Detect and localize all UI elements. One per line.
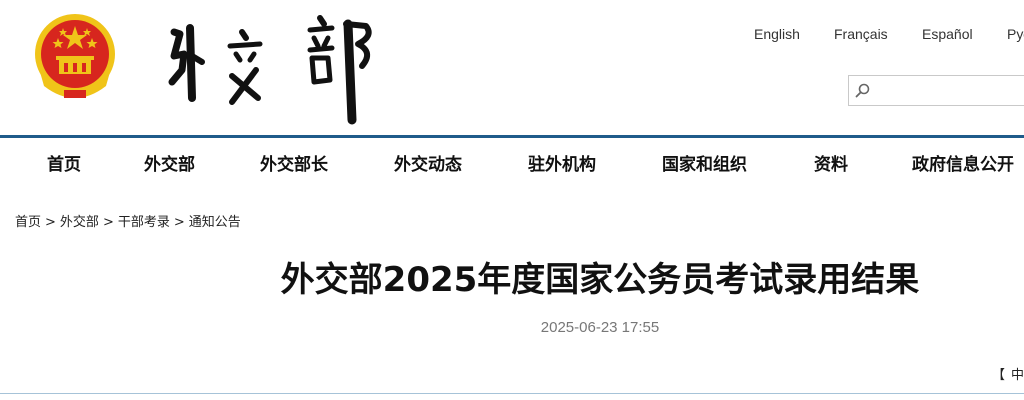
search-icon[interactable] bbox=[854, 82, 872, 100]
nav-item-ministry[interactable]: 外交部 bbox=[144, 150, 195, 175]
nav-item-countries-organizations[interactable]: 国家和组织 bbox=[662, 150, 747, 175]
breadcrumb-separator: > bbox=[45, 215, 56, 230]
site-header: English Français Español Русский bbox=[0, 0, 1024, 136]
article-date: 2025-06-23 17:55 bbox=[540, 319, 660, 336]
search-box[interactable] bbox=[848, 75, 1024, 106]
breadcrumb-item-recruitment[interactable]: 干部考录 bbox=[118, 215, 170, 230]
breadcrumb-item-ministry[interactable]: 外交部 bbox=[60, 215, 99, 230]
lang-link-french[interactable]: Français bbox=[834, 26, 888, 42]
main-nav: 首页 外交部 外交部长 外交动态 驻外机构 国家和组织 资料 政府信息公开 bbox=[0, 138, 1024, 183]
content-divider bbox=[0, 393, 1024, 394]
nav-item-resources[interactable]: 资料 bbox=[814, 150, 848, 175]
lang-link-russian[interactable]: Русский bbox=[1007, 26, 1024, 42]
nav-item-home[interactable]: 首页 bbox=[47, 150, 81, 175]
breadcrumb: 首页 > 外交部 > 干部考录 > 通知公告 bbox=[15, 211, 241, 230]
nav-item-missions-abroad[interactable]: 驻外机构 bbox=[528, 150, 596, 175]
lang-link-english[interactable]: English bbox=[754, 26, 800, 42]
nav-item-government-info[interactable]: 政府信息公开 bbox=[912, 150, 1014, 175]
breadcrumb-separator: > bbox=[173, 215, 185, 230]
article-title: 外交部2025年度国家公务员考试录用结果 bbox=[280, 260, 920, 300]
breadcrumb-item-notices[interactable]: 通知公告 bbox=[189, 215, 241, 230]
breadcrumb-item-home[interactable]: 首页 bbox=[15, 215, 41, 230]
nav-item-minister[interactable]: 外交部长 bbox=[260, 150, 328, 175]
search-input[interactable] bbox=[875, 79, 1024, 102]
font-size-medium-button[interactable]: 中 bbox=[1011, 368, 1024, 383]
language-switcher: English Français Español Русский bbox=[0, 26, 1024, 46]
nav-item-diplomatic-news[interactable]: 外交动态 bbox=[394, 150, 462, 175]
font-size-bracket: 【 bbox=[992, 368, 1006, 383]
breadcrumb-separator: > bbox=[102, 215, 114, 230]
lang-link-spanish[interactable]: Español bbox=[922, 26, 973, 42]
font-size-control: 【中 bbox=[992, 364, 1024, 383]
national-emblem-icon[interactable] bbox=[30, 10, 120, 102]
